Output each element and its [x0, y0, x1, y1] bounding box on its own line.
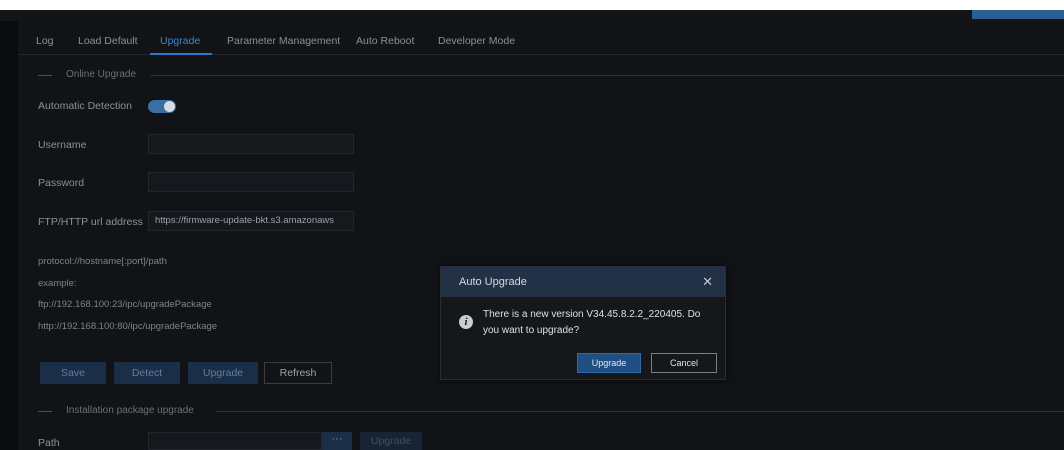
username-input[interactable]: [148, 134, 354, 154]
refresh-button[interactable]: Refresh: [264, 362, 332, 384]
tab-bar: Log Load Default Upgrade Parameter Manag…: [18, 29, 1064, 55]
tab-auto-reboot[interactable]: Auto Reboot: [356, 35, 414, 47]
left-edge: [0, 21, 18, 450]
upgrade-button[interactable]: Upgrade: [188, 362, 258, 384]
auto-detection-label: Automatic Detection: [38, 100, 132, 112]
online-upgrade-section-header: Online Upgrade: [38, 69, 1064, 81]
tab-upgrade[interactable]: Upgrade: [160, 35, 200, 47]
dialog-cancel-button[interactable]: Cancel: [651, 353, 717, 373]
browse-button[interactable]: ···: [322, 432, 352, 450]
package-upgrade-title: Installation package upgrade: [66, 405, 194, 416]
ftp-url-input[interactable]: https://firmware-update-bkt.s3.amazonaws: [148, 211, 354, 231]
tab-parameter-management[interactable]: Parameter Management: [227, 35, 340, 47]
package-upgrade-section-header: Installation package upgrade: [38, 405, 1064, 417]
close-icon[interactable]: ✕: [702, 274, 713, 290]
online-upgrade-title: Online Upgrade: [66, 69, 137, 80]
header-button[interactable]: [972, 10, 1064, 19]
tab-developer-mode[interactable]: Developer Mode: [438, 35, 515, 47]
content-panel: [18, 21, 1064, 450]
save-button[interactable]: Save: [40, 362, 106, 384]
header-strip: [0, 10, 1064, 21]
top-bar: [0, 0, 1064, 10]
auto-detection-toggle[interactable]: [148, 100, 176, 113]
password-label: Password: [38, 177, 85, 189]
active-tab-indicator: [150, 53, 212, 55]
example-http: http://192.168.100:80/ipc/upgradePackage: [38, 321, 218, 332]
detect-button[interactable]: Detect: [114, 362, 180, 384]
path-input[interactable]: [148, 432, 322, 450]
package-upgrade-button[interactable]: Upgrade: [360, 432, 422, 450]
dialog-message: There is a new version V34.45.8.2.2_2204…: [483, 309, 701, 336]
auto-upgrade-dialog: Auto Upgrade ✕ i There is a new version …: [440, 266, 726, 380]
username-label: Username: [38, 139, 87, 151]
path-label: Path: [38, 437, 60, 449]
url-format-hint: protocol://hostname[:port]/path: [38, 256, 167, 267]
dialog-header: Auto Upgrade ✕: [441, 267, 725, 297]
example-ftp: ftp://192.168.100:23/ipc/upgradePackage: [38, 299, 212, 310]
dialog-upgrade-button[interactable]: Upgrade: [577, 353, 641, 373]
ftp-url-label: FTP/HTTP url address: [38, 216, 143, 228]
toggle-knob: [164, 101, 175, 112]
password-input[interactable]: [148, 172, 354, 192]
tab-load-default[interactable]: Load Default: [78, 35, 138, 47]
info-icon: i: [459, 315, 473, 329]
example-label: example:: [38, 278, 77, 289]
dialog-title: Auto Upgrade: [459, 276, 527, 288]
tab-log[interactable]: Log: [36, 35, 54, 47]
